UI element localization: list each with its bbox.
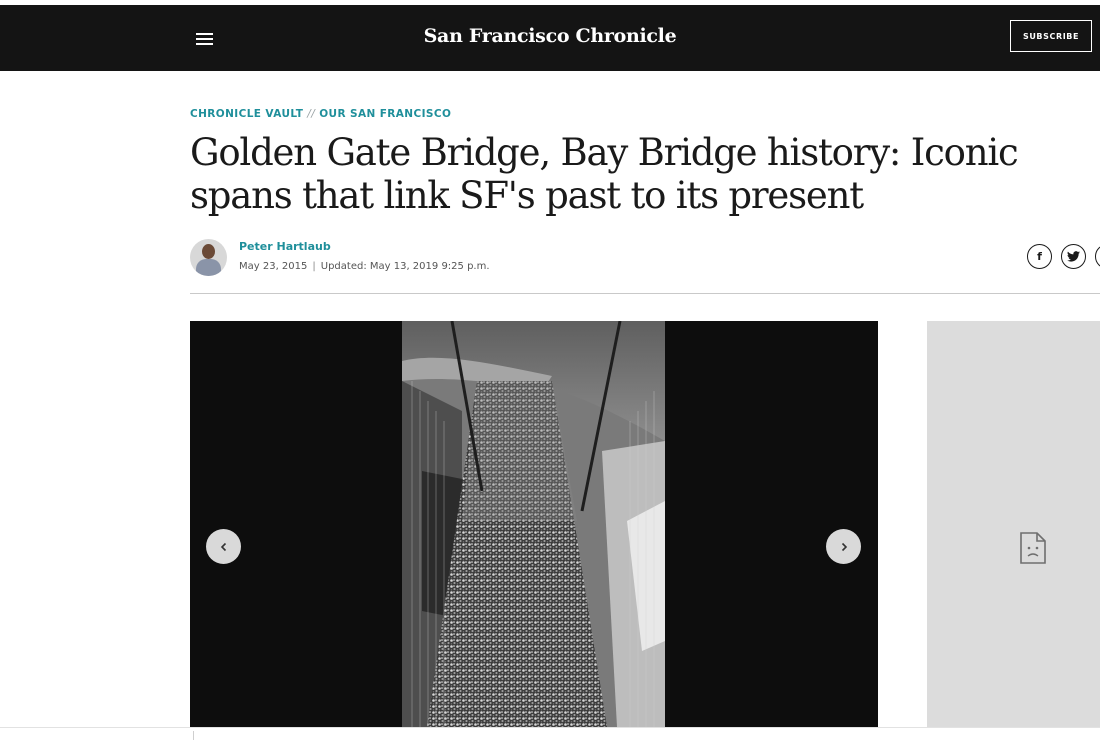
chevron-right-icon [841,542,847,551]
chevron-left-icon [220,542,226,551]
broken-page-icon [1020,532,1046,564]
twitter-icon[interactable] [1061,244,1086,269]
bottom-bar [0,727,1100,740]
bridge-crowd-photo [402,321,665,727]
site-logo[interactable]: San Francisco Chronicle [0,25,1100,47]
breadcrumb-our-san-francisco[interactable]: OUR SAN FRANCISCO [319,108,451,120]
article-dates: May 23, 2015 | Updated: May 13, 2019 9:25 … [239,261,490,272]
facebook-icon[interactable]: f [1027,244,1052,269]
photo-gallery [190,321,878,727]
share-icon[interactable] [1095,244,1100,269]
article-headline: Golden Gate Bridge, Bay Bridge history: … [190,131,1019,217]
breadcrumb-chronicle-vault[interactable]: CHRONICLE VAULT [190,108,303,120]
published-date: May 23, 2015 [239,261,308,272]
subscribe-button[interactable]: SUBSCRIBE [1010,20,1092,52]
updated-date: Updated: May 13, 2019 9:25 p.m. [320,261,490,272]
breadcrumb-separator: // [307,108,316,120]
gallery-next-button[interactable] [826,529,861,564]
ad-slot [927,321,1100,727]
divider [190,293,1100,294]
masthead: San Francisco Chronicle SUBSCRIBE [0,5,1100,71]
author-avatar[interactable] [190,239,227,276]
gallery-prev-button[interactable] [206,529,241,564]
author-name[interactable]: Peter Hartlaub [239,240,331,253]
breadcrumb: CHRONICLE VAULT //OUR SAN FRANCISCO [190,108,451,120]
date-separator: | [312,261,316,272]
